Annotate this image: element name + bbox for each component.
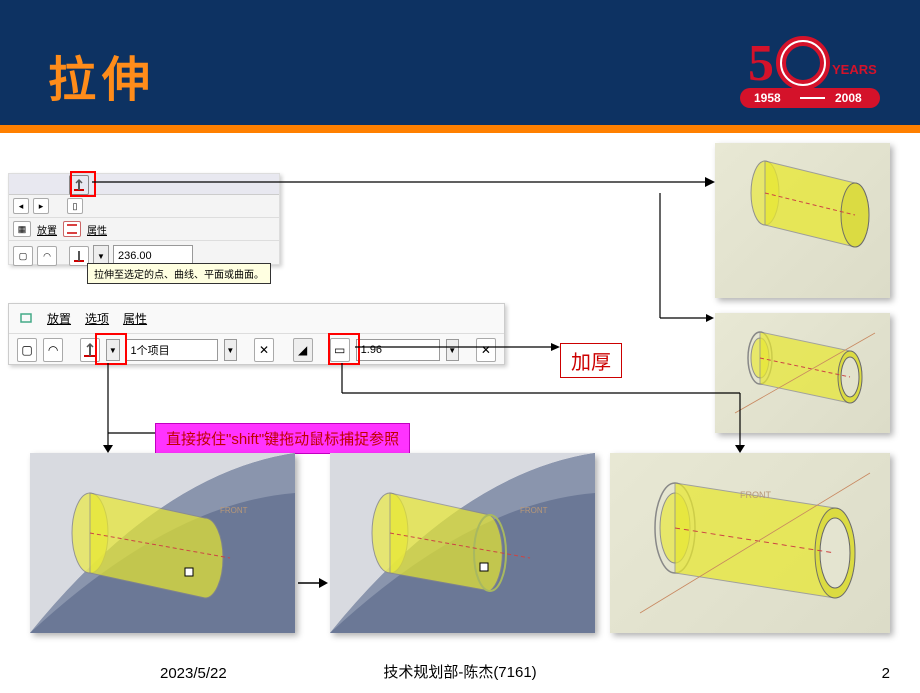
slide-content: ◂ ▸ ▯ ▦ 放置 属性 ▢ ◠ ▼ 236.00 拉伸至选定的点、曲线、平面…	[0, 133, 920, 690]
remove-mat-icon[interactable]: ◢	[293, 338, 313, 362]
logo-digit-5: 5	[748, 35, 774, 92]
items-dropdown[interactable]: 1个项目	[126, 339, 218, 361]
logo-year-from: 1958	[754, 91, 781, 105]
footer-page: 2	[882, 665, 890, 682]
solid-icon[interactable]: ▢	[13, 246, 33, 266]
extrude-panel-2: 放置 选项 属性 ▢ ◠ ▼ 1个项目 ▼ ✕ ◢ ▭ 1.96 ▼ ✕	[8, 303, 505, 365]
tab2-props[interactable]: 属性	[123, 310, 147, 327]
highlight-depth2	[95, 333, 127, 365]
cylinder-preview-1	[715, 143, 890, 298]
items-arrow[interactable]: ▼	[224, 339, 237, 361]
tab2-place[interactable]: 放置	[47, 310, 71, 327]
anniversary-logo: 5 YEARS 1958 2008	[740, 30, 890, 110]
svg-text:FRONT: FRONT	[220, 506, 248, 515]
arrow-right-icon[interactable]: ▸	[33, 198, 49, 214]
highlight-depth-icon	[70, 171, 96, 197]
tab-place-link[interactable]: 放置	[37, 222, 57, 237]
tab-props-link[interactable]: 属性	[87, 222, 107, 237]
thicken-label: 加厚	[560, 343, 622, 378]
svg-text:FRONT: FRONT	[740, 490, 771, 500]
shift-tip-label: 直接按住"shift"键拖动鼠标捕捉参照	[155, 423, 410, 454]
surface-preview-2: FRONT	[330, 453, 595, 633]
cylinder-preview-3: FRONT	[610, 453, 890, 633]
slide-title: 拉伸	[48, 40, 156, 110]
footer-date: 2023/5/22	[160, 665, 227, 682]
depth-to-icon[interactable]	[69, 246, 89, 266]
tree-icon[interactable]: ▯	[67, 198, 83, 214]
logo-years-text: YEARS	[832, 62, 877, 77]
surface-icon[interactable]: ◠	[37, 246, 57, 266]
logo-year-to: 2008	[835, 91, 862, 105]
header-bar: 拉伸 5 YEARS 1958 2008	[0, 0, 920, 125]
cylinder-preview-2	[715, 313, 890, 433]
depth-range-icon[interactable]	[63, 221, 81, 237]
surface-icon-2[interactable]: ◠	[43, 338, 63, 362]
highlight-thicken	[328, 333, 360, 365]
thickness-input[interactable]: 1.96	[356, 339, 440, 361]
footer-dept: 技术规划部-陈杰(7161)	[383, 661, 536, 682]
footer: 2023/5/22 技术规划部-陈杰(7161) 2	[0, 665, 920, 682]
orange-divider	[0, 125, 920, 133]
svg-text:FRONT: FRONT	[520, 506, 548, 515]
arrow-left-icon[interactable]: ◂	[13, 198, 29, 214]
place-icon[interactable]: ▦	[13, 221, 31, 237]
surface-preview-1: FRONT	[30, 453, 295, 633]
extrude-panel-1: ◂ ▸ ▯ ▦ 放置 属性 ▢ ◠ ▼ 236.00 拉伸至选定的点、曲线、平面…	[8, 173, 280, 265]
thickness-arrow[interactable]: ▼	[446, 339, 459, 361]
tab2-options[interactable]: 选项	[85, 310, 109, 327]
flip2-icon[interactable]: ✕	[476, 338, 496, 362]
solid-icon-2[interactable]: ▢	[17, 338, 37, 362]
flip-icon[interactable]: ✕	[254, 338, 274, 362]
depth-tooltip: 拉伸至选定的点、曲线、平面或曲面。	[87, 263, 271, 284]
